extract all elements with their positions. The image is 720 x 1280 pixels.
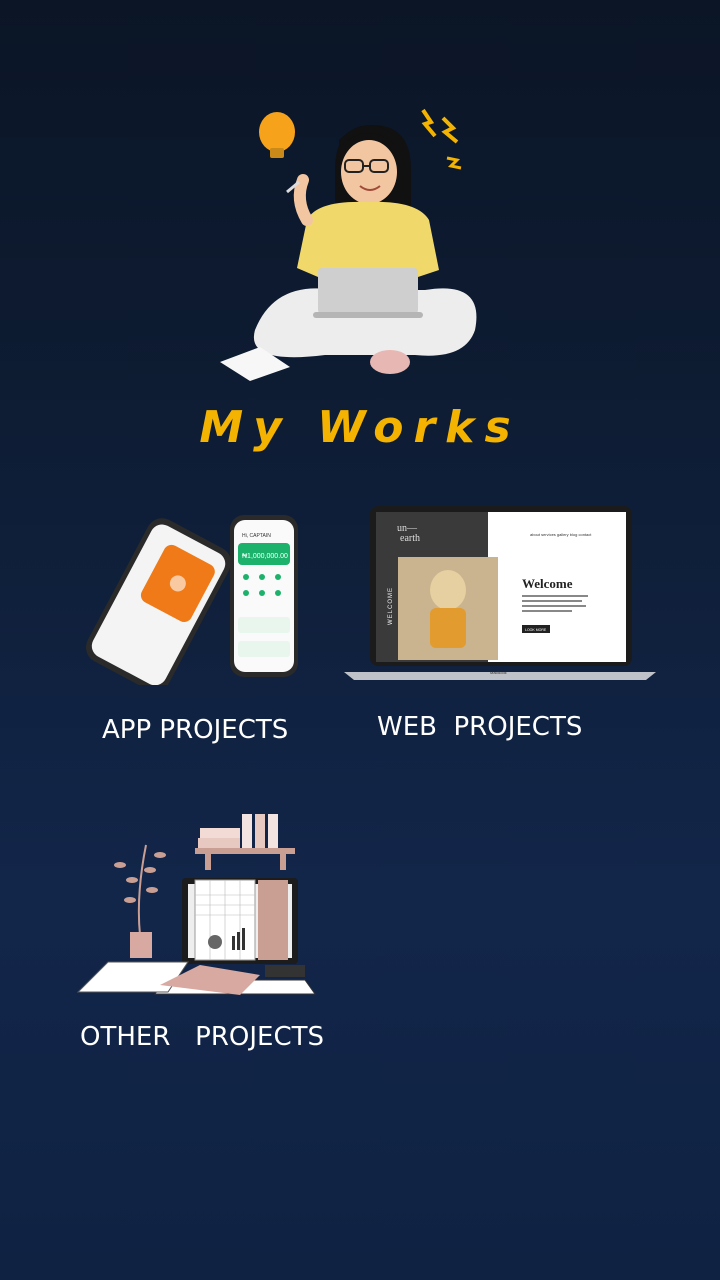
svg-text:Hi, CAPTAIN: Hi, CAPTAIN: [242, 533, 271, 539]
phone-mockup-icon: ₦1,000,000.00 Hi, CAPTAIN: [86, 515, 298, 692]
svg-text:WELCOME: WELCOME: [388, 587, 394, 625]
desk-workspace-icon: [76, 814, 316, 995]
page-title: My Works: [199, 402, 521, 453]
laptop-mockup-icon: un— earth about services gallery blog co…: [344, 506, 656, 680]
web-projects-label: WEB PROJECTS: [377, 712, 583, 742]
hero-illustration: [215, 100, 495, 390]
app-projects-label: APP PROJECTS: [102, 715, 289, 745]
svg-text:₦1,000,000.00: ₦1,000,000.00: [242, 553, 288, 560]
app-projects-card[interactable]: ₦1,000,000.00 Hi, CAPTAIN APP PROJECTS: [80, 505, 310, 755]
other-projects-label: OTHER PROJECTS: [80, 1022, 325, 1052]
svg-text:MacBook: MacBook: [490, 670, 507, 675]
girl-with-laptop-icon: [220, 108, 477, 381]
svg-text:earth: earth: [400, 533, 420, 544]
svg-text:about services gallery blog: about services gallery blog contact: [530, 532, 592, 537]
other-projects-card[interactable]: OTHER PROJECTS: [70, 810, 330, 1060]
svg-text:Welcome: Welcome: [522, 576, 573, 591]
svg-text:LOOK MORE: LOOK MORE: [525, 628, 547, 632]
web-projects-card[interactable]: un— earth about services gallery blog co…: [340, 500, 670, 755]
